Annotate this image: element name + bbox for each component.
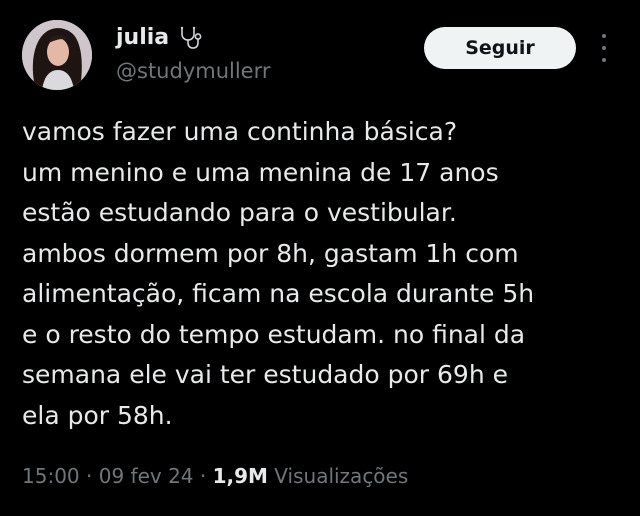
- views-label: Visualizações: [267, 464, 409, 488]
- tweet-text-line: ambos dormem por 8h, gastam 1h com: [22, 238, 519, 268]
- tweet: julia @studymullerr Seguir vamos fazer u…: [0, 0, 640, 516]
- tweet-meta: 15:00 · 09 fev 24 · 1,9M Visualizações: [22, 462, 408, 490]
- meta-separator: ·: [193, 464, 213, 488]
- follow-button[interactable]: Seguir: [424, 27, 576, 69]
- author-name-row: julia: [116, 24, 203, 52]
- views-count: 1,9M: [212, 464, 268, 488]
- dot: [602, 34, 606, 38]
- author-display-name[interactable]: julia: [116, 24, 169, 52]
- meta-separator: ·: [79, 464, 99, 488]
- tweet-text-line: alimentação, ficam na escola durante 5h: [22, 279, 535, 308]
- tweet-text-line: estão estudando para o vestibular.: [22, 198, 457, 227]
- dot: [602, 46, 606, 50]
- tweet-time[interactable]: 15:00: [22, 464, 80, 488]
- tweet-date[interactable]: 09 fev 24: [99, 464, 194, 488]
- tweet-text-line: um menino e uma menina de 17 anos: [22, 157, 499, 187]
- avatar[interactable]: [22, 20, 92, 90]
- author-handle[interactable]: @studymullerr: [116, 58, 271, 84]
- avatar-image: [22, 20, 92, 90]
- tweet-text: vamos fazer uma continha básica? um meni…: [22, 112, 622, 436]
- tweet-text-line: semana ele vai ter estudado por 69h e: [22, 360, 508, 389]
- tweet-text-line: e o resto do tempo estudam. no final da: [22, 319, 526, 349]
- tweet-text-line: vamos fazer uma continha básica?: [22, 117, 458, 146]
- dot: [602, 58, 606, 62]
- more-dots-icon[interactable]: [596, 34, 612, 62]
- tweet-text-line: ela por 58h.: [22, 400, 173, 430]
- stethoscope-icon: [177, 25, 203, 51]
